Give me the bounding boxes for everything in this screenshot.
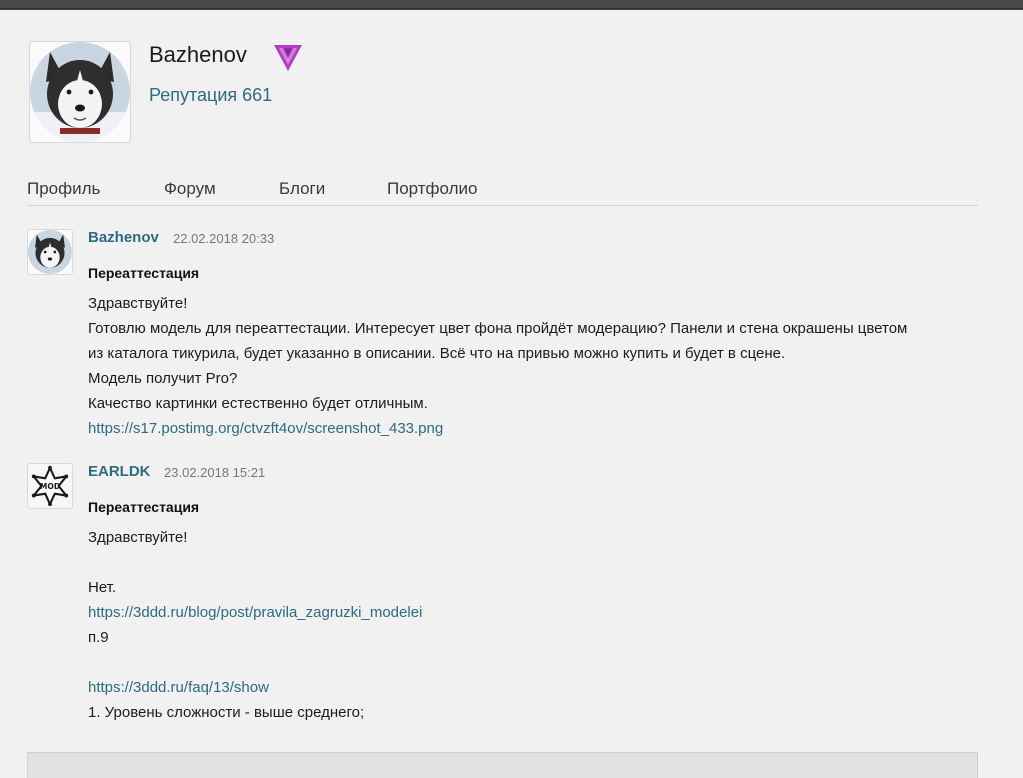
post-line: Нет.	[88, 579, 117, 596]
post-line	[88, 650, 988, 675]
post-line: п.9	[88, 629, 109, 646]
post-line: Модель получит Pro?	[88, 370, 238, 387]
svg-text:MOD: MOD	[40, 482, 60, 491]
post-link[interactable]: https://3ddd.ru/faq/13/show	[88, 675, 988, 700]
nav-item-portfolio[interactable]: Портфолио	[387, 178, 477, 200]
post-line	[88, 550, 988, 575]
post-title: Переаттестация	[88, 499, 200, 515]
profile-username: Bazhenov	[149, 42, 247, 67]
pro-badge-icon	[274, 45, 302, 71]
post-body: Здравствуйте! Готовлю модель для переатт…	[88, 291, 988, 441]
reply-box[interactable]	[27, 752, 978, 778]
post-link[interactable]: https://s17.postimg.org/ctvzft4ov/screen…	[88, 416, 988, 441]
post-author-name[interactable]: EARLDK	[88, 463, 151, 481]
post-author-avatar[interactable]: MOD	[27, 463, 73, 509]
post-author-name[interactable]: Bazhenov	[88, 229, 159, 247]
post-line: из каталога тикурила, будет указанно в о…	[88, 345, 786, 362]
browser-top-strip	[0, 0, 1023, 10]
post-link[interactable]: https://3ddd.ru/blog/post/pravila_zagruz…	[88, 600, 988, 625]
profile-reputation: Репутация 661	[149, 85, 273, 105]
nav-item-profile[interactable]: Профиль	[27, 178, 100, 200]
post-line: Качество картинки естественно будет отли…	[88, 395, 428, 412]
post-author-avatar[interactable]	[27, 229, 73, 275]
post-date: 23.02.2018 15:21	[164, 465, 266, 480]
post-date: 22.02.2018 20:33	[173, 231, 275, 246]
post-line: Здравствуйте!	[88, 295, 188, 312]
profile-nav: Профиль Форум Блоги Портфолио	[27, 178, 978, 206]
husky-avatar-icon	[28, 230, 72, 274]
post-body: Здравствуйте! Нет. https://3ddd.ru/blog/…	[88, 525, 988, 725]
mod-sheriff-star-icon: MOD	[28, 464, 72, 508]
post-line: Готовлю модель для переаттестации. Интер…	[88, 320, 908, 337]
profile-avatar	[29, 41, 131, 143]
nav-item-blogs[interactable]: Блоги	[279, 178, 325, 200]
post-line: Здравствуйте!	[88, 529, 188, 546]
nav-item-forum[interactable]: Форум	[164, 178, 216, 200]
husky-avatar-icon	[30, 42, 130, 142]
post-line: 1. Уровень сложности - выше среднего;	[88, 704, 365, 721]
post-title: Переаттестация	[88, 265, 200, 281]
